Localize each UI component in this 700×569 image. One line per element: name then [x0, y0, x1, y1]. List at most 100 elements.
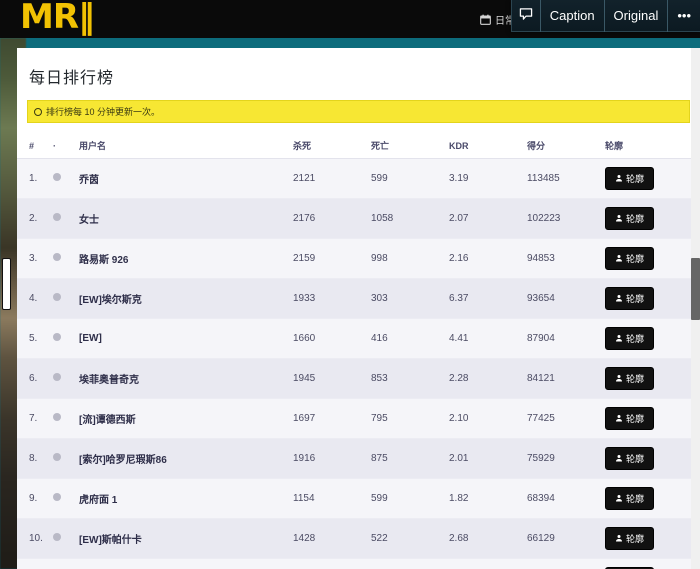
table-row[interactable]: 9. 虎府面 1 1154 599 1.82 68394 轮廓 — [17, 478, 700, 519]
cell-kdr: 2.16 — [449, 238, 527, 279]
country-flag-icon — [53, 453, 61, 461]
speech-bubble-icon[interactable] — [512, 0, 541, 32]
cell-username[interactable]: 埃菲奥普奇克 — [79, 358, 293, 399]
country-flag-icon — [53, 293, 61, 301]
username-label: [EW]斯帕什卡 — [79, 535, 142, 546]
cell-username[interactable]: [EW]斯帕什卡 — [79, 518, 293, 559]
cell-deaths: 599 — [371, 478, 449, 519]
cell-flag — [53, 478, 79, 519]
cell-score: 93654 — [527, 278, 605, 319]
profile-button[interactable]: 轮廓 — [605, 167, 655, 190]
header-kdr[interactable]: KDR — [449, 133, 527, 159]
left-drag-handle[interactable] — [2, 258, 11, 310]
cell-kdr: 1.82 — [449, 478, 527, 519]
cell-kills: 1154 — [293, 478, 371, 519]
person-icon — [615, 334, 623, 344]
profile-button-label: 轮廓 — [626, 454, 645, 464]
profile-button[interactable]: 轮廓 — [605, 247, 655, 270]
site-logo[interactable]: MR‖ — [20, 0, 95, 37]
cell-kills: 1660 — [293, 318, 371, 359]
profile-button[interactable]: 轮廓 — [605, 367, 655, 390]
logo-text: MR — [20, 0, 79, 37]
cell-kdr: 2.10 — [449, 398, 527, 439]
cell-score: 77425 — [527, 398, 605, 439]
cell-username[interactable]: [EW]埃尔斯克 — [79, 278, 293, 319]
profile-button[interactable]: 轮廓 — [605, 327, 655, 350]
table-row[interactable]: 11. [卡米]路狂过正10844162.2465943轮廓 — [17, 558, 700, 569]
cell-deaths: 998 — [371, 238, 449, 279]
header-username[interactable]: 用户名 — [79, 133, 293, 159]
cell-flag — [53, 398, 79, 439]
header-deaths[interactable]: 死亡 — [371, 133, 449, 159]
cell-profile: 轮廓 — [605, 158, 700, 199]
cell-profile: 轮廓 — [605, 518, 700, 559]
profile-button-label: 轮廓 — [626, 174, 645, 184]
header-score[interactable]: 得分 — [527, 133, 605, 159]
cell-flag — [53, 558, 79, 569]
cell-kdr: 3.19 — [449, 158, 527, 199]
leaderboard-table: # · 用户名 杀死 死亡 KDR 得分 轮廓 1. 乔茵 2121 599 3.19 1… — [17, 133, 700, 569]
cell-score: 87904 — [527, 318, 605, 359]
cell-profile: 轮廓 — [605, 198, 700, 239]
cell-profile: 轮廓 — [605, 398, 700, 439]
original-button[interactable]: Original — [605, 0, 669, 32]
cell-deaths: 416 — [371, 558, 449, 569]
cell-kdr: 2.24 — [449, 558, 527, 569]
profile-button[interactable]: 轮廓 — [605, 447, 655, 470]
cell-kdr: 6.37 — [449, 278, 527, 319]
cell-kdr: 2.01 — [449, 438, 527, 479]
country-flag-icon — [53, 533, 61, 541]
cell-username[interactable]: 路易斯 926 — [79, 238, 293, 279]
table-row[interactable]: 6. 埃菲奥普奇克 1945 853 2.28 84121 轮廓 — [17, 358, 700, 399]
cell-username[interactable]: 女士 — [79, 198, 293, 239]
profile-button[interactable]: 轮廓 — [605, 487, 655, 510]
cell-username[interactable]: [流]谭德西斯 — [79, 398, 293, 439]
cell-kdr: 2.07 — [449, 198, 527, 239]
cell-rank: 11. — [17, 558, 53, 569]
table-row[interactable]: 4. [EW]埃尔斯克 1933 303 6.37 93654 轮廓 — [17, 278, 700, 319]
cell-rank: 10. — [17, 518, 53, 559]
person-icon — [615, 254, 623, 264]
profile-button[interactable]: 轮廓 — [605, 287, 655, 310]
table-row[interactable]: 1. 乔茵 2121 599 3.19 113485 轮廓 — [17, 158, 700, 199]
cell-username[interactable]: 乔茵 — [79, 158, 293, 199]
header-flag: · — [53, 133, 79, 159]
profile-button[interactable]: 轮廓 — [605, 407, 655, 430]
cell-profile: 轮廓 — [605, 318, 700, 359]
table-row[interactable]: 10. [EW]斯帕什卡 1428 522 2.68 66129 轮廓 — [17, 518, 700, 559]
header-rank[interactable]: # — [17, 133, 53, 159]
more-options-button[interactable]: ••• — [668, 0, 700, 32]
profile-button[interactable]: 轮廓 — [605, 527, 655, 550]
person-icon — [615, 414, 623, 424]
caption-button[interactable]: Caption — [541, 0, 605, 32]
cell-score: 75929 — [527, 438, 605, 479]
cell-kills: 1945 — [293, 358, 371, 399]
table-row[interactable]: 2. 女士 2176 1058 2.07 102223 轮廓 — [17, 198, 700, 239]
cell-flag — [53, 358, 79, 399]
vertical-scrollbar-thumb[interactable] — [691, 258, 700, 320]
cell-username[interactable]: [EW] — [79, 318, 293, 359]
cell-username[interactable]: [索尔]哈罗尼瑕斯86 — [79, 438, 293, 479]
cell-kills: 1428 — [293, 518, 371, 559]
cell-username[interactable]: [卡米]路狂过正 — [79, 558, 293, 569]
username-label: 女士 — [79, 215, 99, 226]
cell-rank: 3. — [17, 238, 53, 279]
country-flag-icon — [53, 173, 61, 181]
username-label: 埃菲奥普奇克 — [79, 375, 139, 386]
cell-deaths: 875 — [371, 438, 449, 479]
table-row[interactable]: 7. [流]谭德西斯 1697 795 2.10 77425 轮廓 — [17, 398, 700, 439]
profile-button-label: 轮廓 — [626, 534, 645, 544]
profile-button[interactable]: 轮廓 — [605, 207, 655, 230]
header-kills[interactable]: 杀死 — [293, 133, 371, 159]
cell-profile: 轮廓 — [605, 478, 700, 519]
table-row[interactable]: 3. 路易斯 926 2159 998 2.16 94853 轮廓 — [17, 238, 700, 279]
table-row[interactable]: 5. [EW] 1660 416 4.41 87904 轮廓 — [17, 318, 700, 359]
cell-kdr: 2.68 — [449, 518, 527, 559]
cell-rank: 7. — [17, 398, 53, 439]
cell-score: 68394 — [527, 478, 605, 519]
cell-username[interactable]: 虎府面 1 — [79, 478, 293, 519]
cell-rank: 4. — [17, 278, 53, 319]
table-row[interactable]: 8. [索尔]哈罗尼瑕斯86 1916 875 2.01 75929 轮廓 — [17, 438, 700, 479]
table-body: 1. 乔茵 2121 599 3.19 113485 轮廓 2. 女士 2176 1058 2.07 1… — [17, 158, 700, 569]
profile-button-label: 轮廓 — [626, 414, 645, 424]
